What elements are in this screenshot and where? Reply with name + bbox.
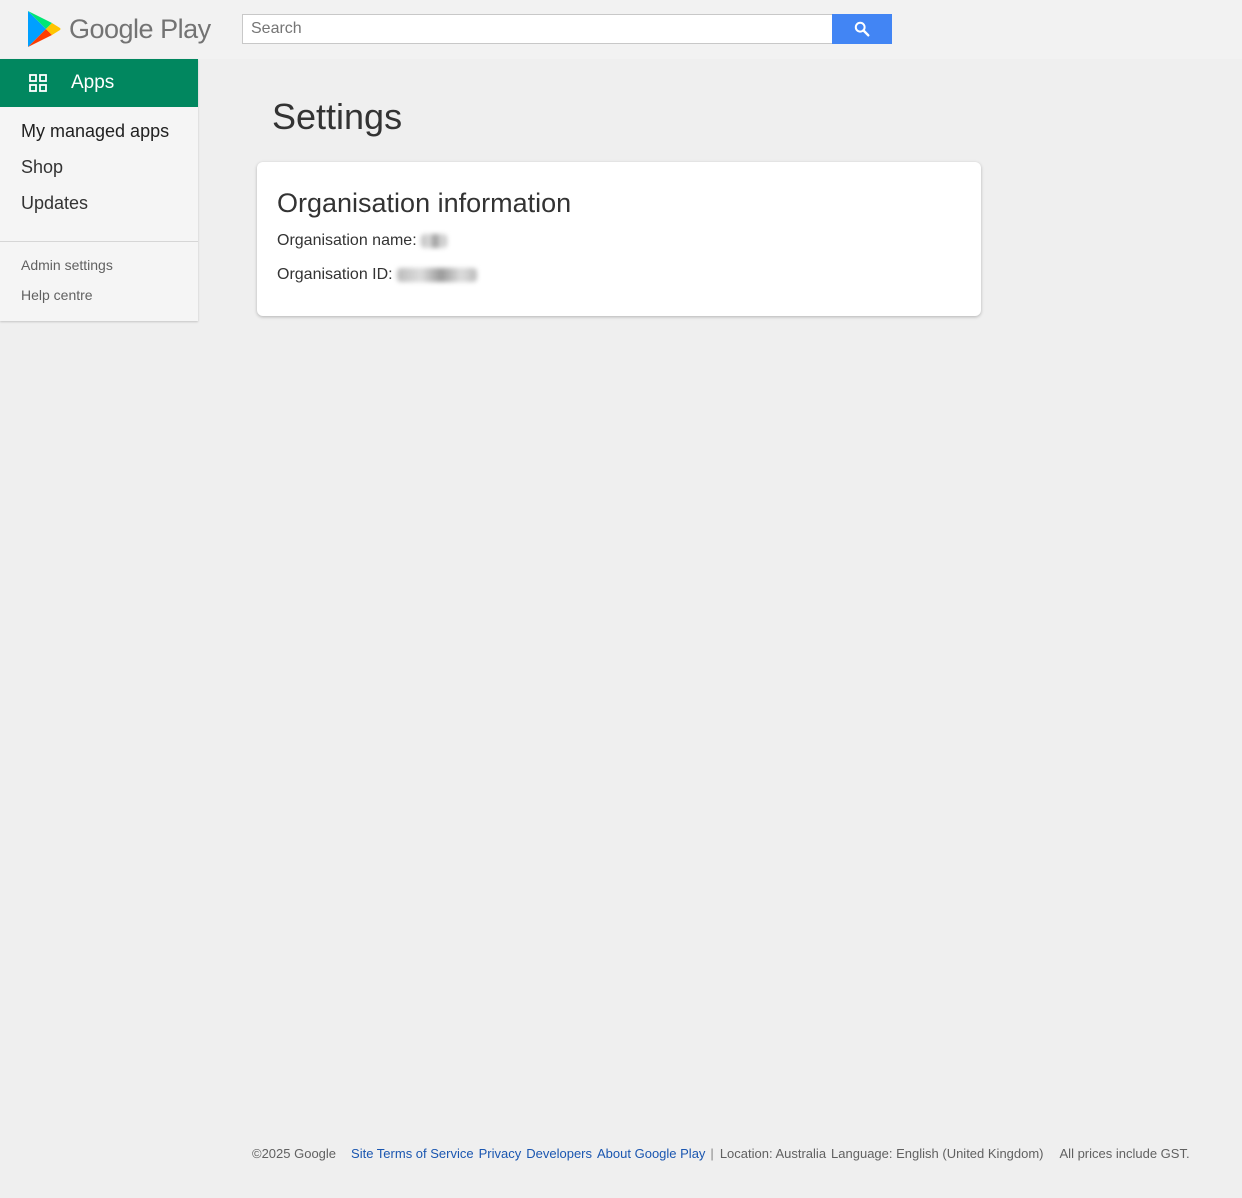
organisation-name-row: Organisation name: xyxy=(277,229,961,253)
footer-prices-note: All prices include GST. xyxy=(1059,1146,1190,1161)
sidebar-tab-apps[interactable]: Apps xyxy=(0,59,198,107)
card-title: Organisation information xyxy=(277,188,572,218)
sidebar-item-shop[interactable]: Shop xyxy=(0,153,198,189)
search-bar xyxy=(242,14,892,44)
sidebar-item-help-centre[interactable]: Help centre xyxy=(0,284,198,314)
page: Google Play Apps My managed apps xyxy=(0,0,1242,1198)
search-button[interactable] xyxy=(832,14,892,44)
organisation-name-label: Organisation name: xyxy=(277,232,417,249)
footer-link-about-google-play[interactable]: About Google Play xyxy=(597,1146,705,1161)
footer-link-privacy[interactable]: Privacy xyxy=(479,1146,522,1161)
footer: ©2025 Google Site Terms of Service Priva… xyxy=(252,1146,1232,1161)
footer-separator: | xyxy=(710,1146,714,1161)
sidebar-item-updates[interactable]: Updates xyxy=(0,189,198,225)
sidebar: Apps My managed apps Shop Updates Admin … xyxy=(0,59,198,321)
header: Google Play xyxy=(0,0,1242,59)
sidebar-nav: My managed apps Shop Updates xyxy=(0,107,198,241)
footer-link-site-terms[interactable]: Site Terms of Service xyxy=(351,1146,474,1161)
logo-text: Google Play xyxy=(69,13,211,44)
organisation-id-redacted-value xyxy=(396,267,477,282)
footer-language[interactable]: Language: English (United Kingdom) xyxy=(831,1146,1043,1161)
search-icon xyxy=(854,21,870,37)
organisation-id-row: Organisation ID: xyxy=(277,263,961,287)
sidebar-item-admin-settings[interactable]: Admin settings xyxy=(0,254,198,284)
google-play-icon xyxy=(28,11,61,47)
organisation-info-card: Organisation information Organisation na… xyxy=(257,162,981,316)
sidebar-item-my-managed-apps[interactable]: My managed apps xyxy=(0,117,198,153)
apps-grid-icon xyxy=(29,74,47,92)
footer-location[interactable]: Location: Australia xyxy=(720,1146,826,1161)
footer-link-developers[interactable]: Developers xyxy=(526,1146,592,1161)
google-play-logo[interactable]: Google Play xyxy=(26,9,211,49)
page-title: Settings xyxy=(272,96,403,137)
organisation-id-label: Organisation ID: xyxy=(277,266,393,283)
sidebar-tab-apps-label: Apps xyxy=(71,72,115,93)
footer-copyright: ©2025 Google xyxy=(252,1146,337,1161)
search-input[interactable] xyxy=(242,14,832,44)
sidebar-secondary-nav: Admin settings Help centre xyxy=(0,242,198,314)
organisation-name-redacted-value xyxy=(420,233,447,248)
